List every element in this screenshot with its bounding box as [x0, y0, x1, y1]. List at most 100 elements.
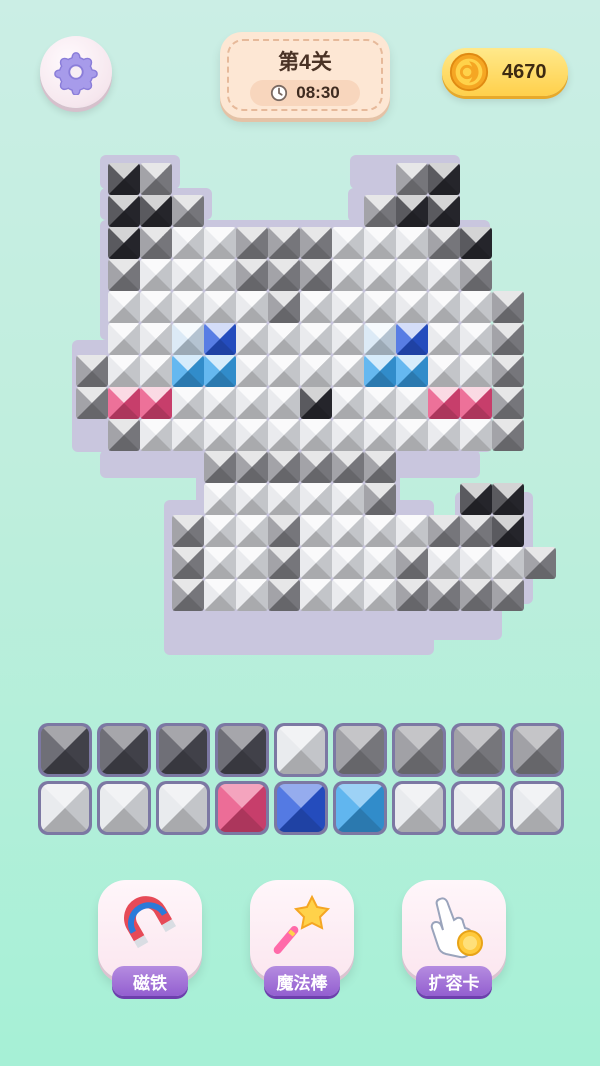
tray-block[interactable] [215, 723, 269, 777]
pixel-tile [204, 387, 236, 419]
expand-card-powerup[interactable]: 扩容卡 [402, 880, 506, 996]
pixel-tile [460, 387, 492, 419]
magnet-icon [124, 896, 177, 949]
pixel-tile [396, 515, 428, 547]
pixel-tile [268, 419, 300, 451]
tray-block[interactable] [333, 781, 387, 835]
tray-block[interactable] [97, 723, 151, 777]
pixel-tile [332, 323, 364, 355]
pixel-tile [428, 579, 460, 611]
tray-block[interactable] [97, 781, 151, 835]
pixel-tile [300, 419, 332, 451]
pixel-tile [492, 515, 524, 547]
pixel-tile [428, 419, 460, 451]
pixel-tile [364, 547, 396, 579]
tray-block[interactable] [392, 781, 446, 835]
pixel-tile [268, 515, 300, 547]
pixel-tile [300, 483, 332, 515]
pixel-tile [140, 387, 172, 419]
pixel-tile [236, 291, 268, 323]
pixel-tile [236, 451, 268, 483]
magic-wand-label: 魔法棒 [264, 966, 340, 996]
pixel-tile [268, 387, 300, 419]
pixel-tile [364, 195, 396, 227]
pixel-tile [76, 355, 108, 387]
pixel-tile [268, 483, 300, 515]
tray-block[interactable] [38, 723, 92, 777]
pixel-tile [236, 515, 268, 547]
pixel-tile [172, 387, 204, 419]
tray-block[interactable] [156, 781, 210, 835]
pixel-tile [300, 259, 332, 291]
tray-block[interactable] [510, 781, 564, 835]
expand-card-icon [430, 897, 483, 959]
magnet-powerup[interactable]: 磁铁 [98, 880, 202, 996]
pixel-tile [140, 355, 172, 387]
pixel-tile [492, 355, 524, 387]
pixel-tile [204, 515, 236, 547]
pixel-tile [396, 227, 428, 259]
pixel-tile [268, 291, 300, 323]
pixel-tile [268, 227, 300, 259]
pixel-tile [108, 323, 140, 355]
pixel-art-board [0, 0, 600, 670]
pixel-tile [524, 547, 556, 579]
pixel-tile [332, 387, 364, 419]
tray-block[interactable] [274, 723, 328, 777]
magic-wand-powerup[interactable]: 魔法棒 [250, 880, 354, 996]
pixel-tile [460, 547, 492, 579]
pixel-tile [300, 451, 332, 483]
pixel-tile [428, 323, 460, 355]
pixel-tile [428, 195, 460, 227]
tray-block[interactable] [215, 781, 269, 835]
pixel-tile [364, 419, 396, 451]
pixel-tile [172, 291, 204, 323]
pixel-tile [492, 419, 524, 451]
magnet-label: 磁铁 [112, 966, 188, 996]
pixel-tile [268, 323, 300, 355]
pixel-tile [364, 291, 396, 323]
pixel-tile [364, 483, 396, 515]
pixel-tile [364, 259, 396, 291]
pixel-tile [204, 227, 236, 259]
pixel-tile [396, 195, 428, 227]
pixel-tile [332, 291, 364, 323]
pixel-tile [460, 515, 492, 547]
pixel-tile [172, 419, 204, 451]
pixel-tile [492, 547, 524, 579]
pixel-tile [236, 387, 268, 419]
tray-block[interactable] [451, 723, 505, 777]
pixel-tile [172, 579, 204, 611]
tray-block[interactable] [333, 723, 387, 777]
magic-wand-icon [273, 894, 331, 954]
pixel-tile [364, 515, 396, 547]
pixel-tile [460, 227, 492, 259]
pixel-tile [140, 323, 172, 355]
pixel-tile [300, 515, 332, 547]
pixel-tile [492, 291, 524, 323]
pixel-tile [332, 227, 364, 259]
expand-card-label: 扩容卡 [416, 966, 492, 996]
pixel-tile [492, 323, 524, 355]
tray-block[interactable] [392, 723, 446, 777]
pixel-tile [396, 419, 428, 451]
pixel-tile [204, 579, 236, 611]
pixel-tile [428, 547, 460, 579]
pixel-tile [172, 355, 204, 387]
tray-block[interactable] [451, 781, 505, 835]
pixel-tile [300, 355, 332, 387]
tray-block[interactable] [510, 723, 564, 777]
tray-block[interactable] [38, 781, 92, 835]
pixel-tile [364, 227, 396, 259]
pixel-tile [300, 227, 332, 259]
pixel-tile [108, 355, 140, 387]
pixel-tile [172, 227, 204, 259]
pixel-tile [172, 195, 204, 227]
pixel-tile [204, 291, 236, 323]
tray-block[interactable] [156, 723, 210, 777]
pixel-tile [364, 451, 396, 483]
pixel-tile [108, 195, 140, 227]
tray-block[interactable] [274, 781, 328, 835]
pixel-tile [364, 579, 396, 611]
pixel-tile [364, 355, 396, 387]
